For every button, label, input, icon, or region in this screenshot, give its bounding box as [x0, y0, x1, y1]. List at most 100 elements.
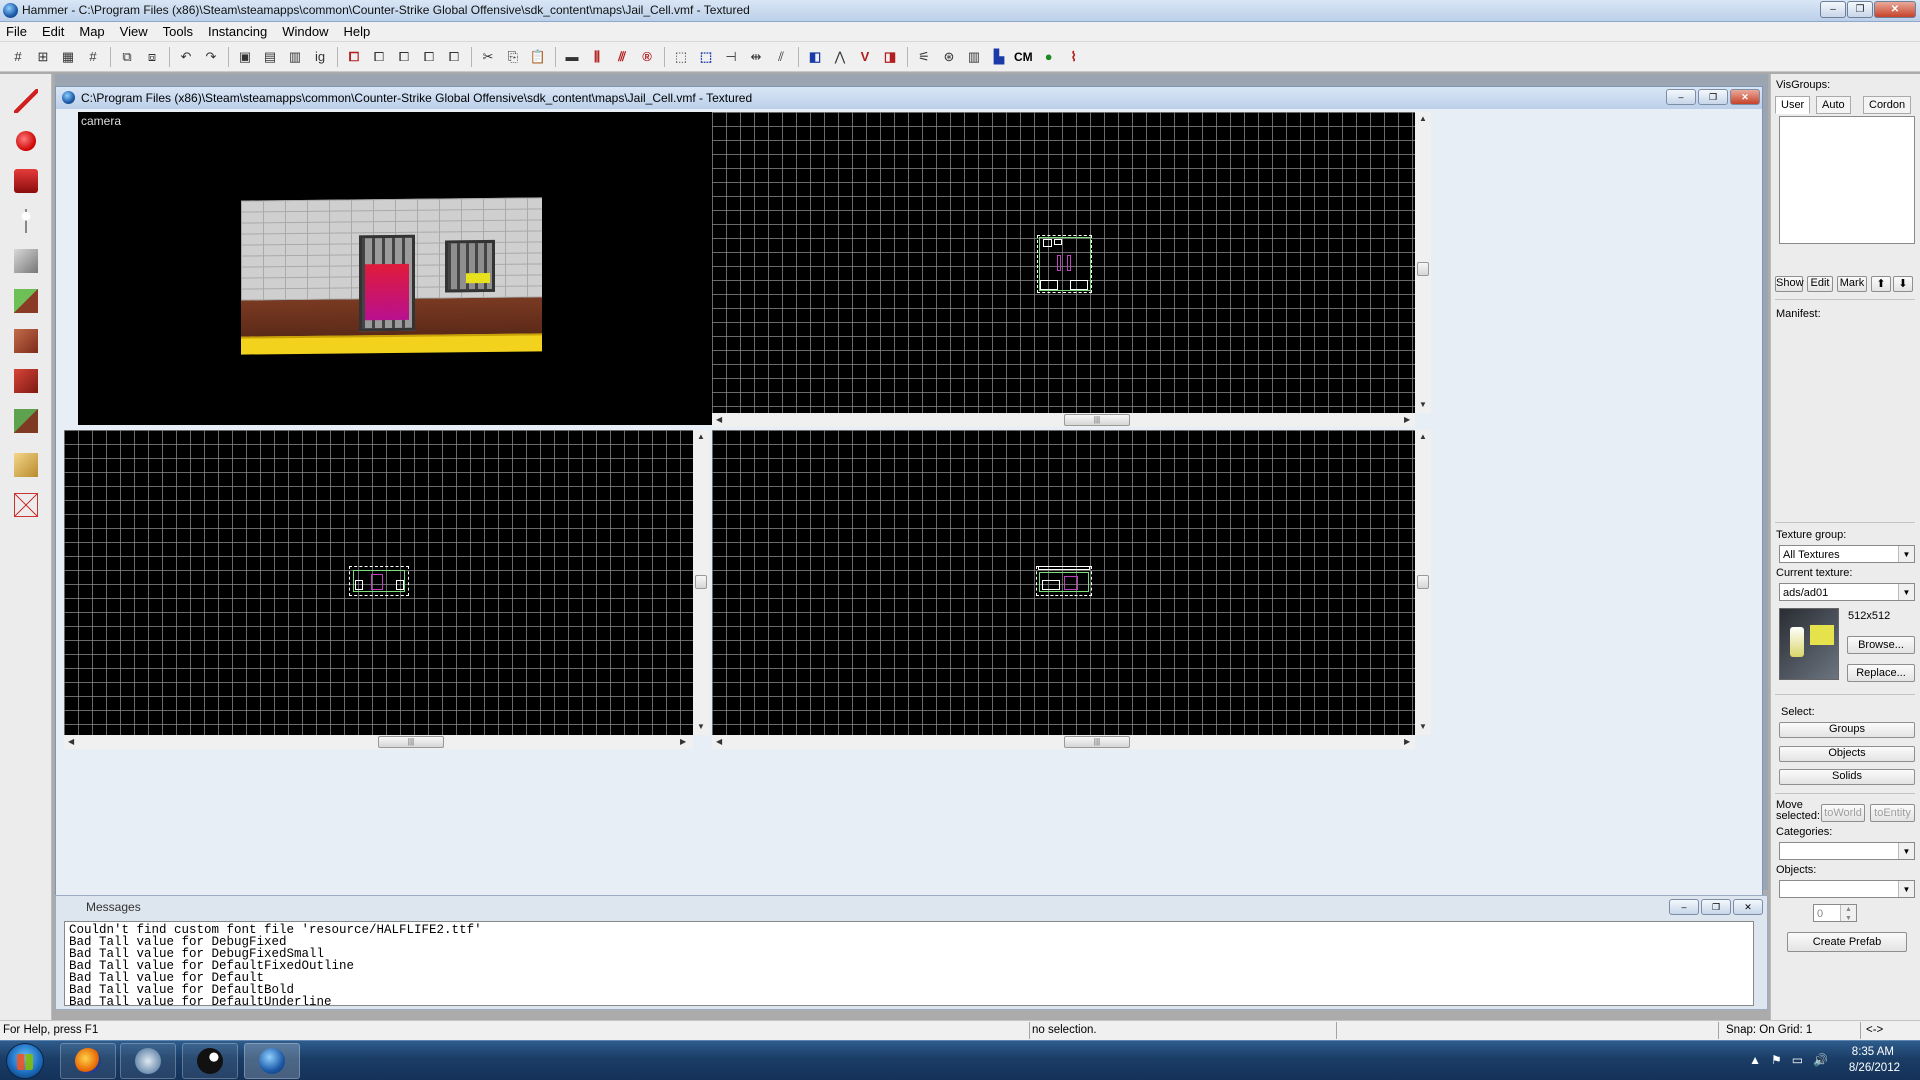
- scroll-thumb[interactable]: [695, 575, 707, 589]
- hide-icon[interactable]: ▥: [285, 47, 305, 67]
- tray-icons[interactable]: ▲ ⚑ ▭ 🔊: [1749, 1053, 1828, 1067]
- browse-button[interactable]: Browse...: [1847, 636, 1915, 654]
- close-button[interactable]: ✕: [1874, 1, 1916, 18]
- hollow-icon[interactable]: ⧈: [142, 47, 162, 67]
- texture-lock-icon[interactable]: ⧠: [344, 47, 364, 67]
- messages-minimize-button[interactable]: –: [1669, 899, 1699, 915]
- grid-smaller-icon[interactable]: ⊞: [33, 47, 53, 67]
- doc-minimize-button[interactable]: –: [1666, 89, 1696, 105]
- sphere-icon[interactable]: ●: [1039, 47, 1059, 67]
- toggle-lights-icon[interactable]: ⫻: [612, 47, 632, 67]
- select-solids-button[interactable]: Solids: [1779, 769, 1915, 785]
- taskbar-hammer[interactable]: [244, 1043, 300, 1079]
- chevron-down-icon[interactable]: ▼: [1898, 881, 1914, 897]
- camera-viewport[interactable]: camera: [78, 112, 720, 425]
- clipping-tool-icon[interactable]: [9, 448, 43, 482]
- grid-3d-icon[interactable]: #: [83, 47, 103, 67]
- menu-window[interactable]: Window: [282, 24, 328, 39]
- texture-preview[interactable]: [1779, 608, 1839, 680]
- block-tool-icon[interactable]: [9, 244, 43, 278]
- top-2d-hscrollbar[interactable]: ◀ ||| ▶: [712, 413, 1415, 427]
- chevron-down-icon[interactable]: ▼: [1898, 546, 1914, 562]
- scroll-thumb[interactable]: |||: [1064, 414, 1130, 426]
- front-2d-hscrollbar[interactable]: ◀ ||| ▶: [64, 735, 693, 749]
- scroll-right-icon[interactable]: ▶: [1404, 415, 1410, 424]
- top-2d-viewport[interactable]: [712, 112, 1415, 413]
- selection-tool-icon[interactable]: [9, 84, 43, 118]
- spinner-arrows-icon[interactable]: ▲ ▼: [1840, 905, 1856, 922]
- taskbar-teamspeak[interactable]: [120, 1043, 176, 1079]
- decal-tool-icon[interactable]: [9, 364, 43, 398]
- categories-select[interactable]: ▼: [1779, 842, 1915, 860]
- visgroup-mark-button[interactable]: Mark: [1837, 276, 1867, 292]
- scroll-down-icon[interactable]: ▼: [1419, 400, 1427, 409]
- compile-icon[interactable]: ◧: [805, 47, 825, 67]
- chevron-down-icon[interactable]: ▼: [1898, 843, 1914, 859]
- clip-icon[interactable]: ⫽: [771, 47, 791, 67]
- cubemap-icon[interactable]: ▙: [989, 47, 1009, 67]
- chevron-down-icon[interactable]: ▼: [1898, 584, 1914, 600]
- grid-larger-icon[interactable]: ▦: [58, 47, 78, 67]
- scroll-up-icon[interactable]: ▲: [1419, 114, 1427, 123]
- taskbar-firefox[interactable]: [60, 1043, 116, 1079]
- replace-button[interactable]: Replace...: [1847, 664, 1915, 682]
- clock-date[interactable]: 8/26/2012: [1849, 1062, 1900, 1074]
- redo-icon[interactable]: ↷: [201, 47, 221, 67]
- menu-file[interactable]: File: [6, 24, 27, 39]
- menu-edit[interactable]: Edit: [42, 24, 64, 39]
- scroll-up-icon[interactable]: ▲: [1419, 432, 1427, 441]
- texture-tool-icon[interactable]: [9, 284, 43, 318]
- menu-view[interactable]: View: [120, 24, 148, 39]
- entity-report-icon[interactable]: ◨: [880, 47, 900, 67]
- snap-icon[interactable]: ⇹: [746, 47, 766, 67]
- messages-maximize-button[interactable]: ❐: [1701, 899, 1731, 915]
- scroll-left-icon[interactable]: ◀: [68, 737, 74, 746]
- visgroup-show-button[interactable]: Show: [1775, 276, 1804, 292]
- undo-icon[interactable]: ↶: [176, 47, 196, 67]
- front-2d-vscrollbar[interactable]: ▲ ▼: [693, 430, 709, 735]
- menu-map[interactable]: Map: [79, 24, 104, 39]
- paste-icon[interactable]: 📋: [528, 47, 548, 67]
- vertex-icon[interactable]: ⋀: [830, 47, 850, 67]
- messages-log[interactable]: Couldn't find custom font file 'resource…: [64, 921, 1754, 1006]
- select-objects-button[interactable]: Objects: [1779, 746, 1915, 762]
- taskbar-steam[interactable]: [182, 1043, 238, 1079]
- menu-tools[interactable]: Tools: [163, 24, 193, 39]
- doc-close-button[interactable]: ✕: [1730, 89, 1760, 105]
- scroll-thumb[interactable]: [1417, 575, 1429, 589]
- align-icon[interactable]: ⧠: [444, 47, 464, 67]
- minimize-button[interactable]: –: [1820, 1, 1846, 18]
- side-2d-hscrollbar[interactable]: ◀ ||| ▶: [712, 735, 1415, 749]
- tab-cordon[interactable]: Cordon: [1863, 96, 1912, 114]
- carve-icon[interactable]: ⧉: [117, 47, 137, 67]
- texture-scale-lock-icon[interactable]: ⧠: [369, 47, 389, 67]
- overlay-icon[interactable]: ▥: [964, 47, 984, 67]
- selection-box-icon[interactable]: ⬚: [671, 47, 691, 67]
- ignore-groups-icon[interactable]: ig: [310, 47, 330, 67]
- cm-label[interactable]: CM: [1014, 50, 1033, 64]
- sound-browser-icon[interactable]: ⊛: [939, 47, 959, 67]
- top-2d-vscrollbar[interactable]: ▲ ▼: [1415, 112, 1431, 413]
- scroll-up-icon[interactable]: ▲: [697, 432, 705, 441]
- doc-maximize-button[interactable]: ❐: [1698, 89, 1728, 105]
- count-spinner[interactable]: 0 ▲ ▼: [1813, 904, 1857, 922]
- scroll-thumb[interactable]: [1417, 262, 1429, 276]
- grid-toggle-icon[interactable]: #: [8, 47, 28, 67]
- move-down-icon[interactable]: ⬇: [1893, 276, 1913, 292]
- messages-close-button[interactable]: ✕: [1733, 899, 1763, 915]
- entity-tool-icon[interactable]: [9, 204, 43, 238]
- scroll-thumb[interactable]: |||: [378, 736, 444, 748]
- start-button[interactable]: [6, 1043, 44, 1079]
- flip-horizontal-icon[interactable]: ⧠: [394, 47, 414, 67]
- auto-select-icon[interactable]: ⬚: [696, 47, 716, 67]
- tab-user[interactable]: User: [1775, 96, 1811, 114]
- menu-help[interactable]: Help: [343, 24, 370, 39]
- magnify-tool-icon[interactable]: [9, 124, 43, 158]
- visgroups-list[interactable]: [1779, 116, 1915, 244]
- texture-group-select[interactable]: All Textures ▼: [1779, 545, 1915, 563]
- camera-tool-icon[interactable]: [9, 164, 43, 198]
- to-world-button[interactable]: toWorld: [1821, 804, 1865, 822]
- maximize-button[interactable]: ❐: [1847, 1, 1873, 18]
- current-texture-select[interactable]: ads/ad01 ▼: [1779, 583, 1915, 601]
- side-2d-vscrollbar[interactable]: ▲ ▼: [1415, 430, 1431, 735]
